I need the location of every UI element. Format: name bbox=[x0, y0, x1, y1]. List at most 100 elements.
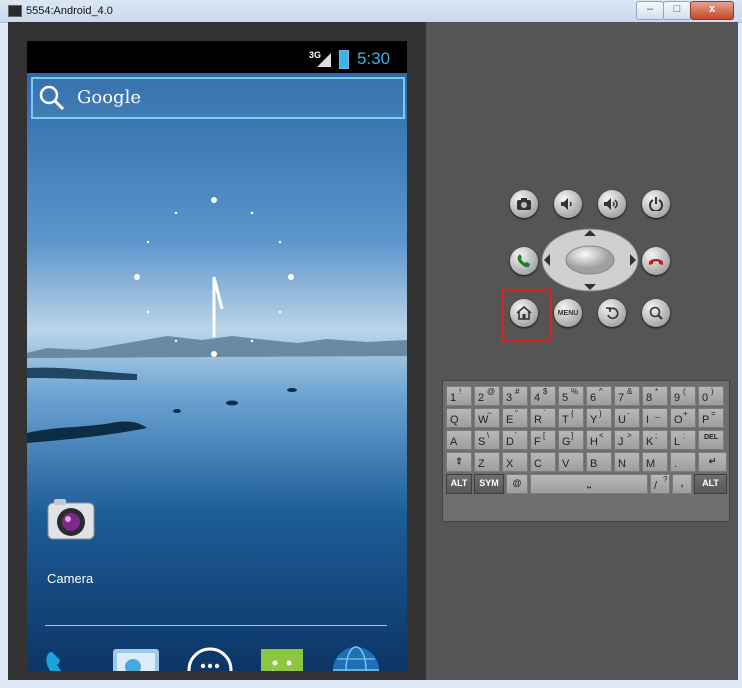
key-d[interactable]: D ' bbox=[502, 430, 528, 450]
home-button[interactable] bbox=[510, 299, 538, 327]
key-label: U bbox=[618, 414, 626, 426]
menu-button[interactable]: MENU bbox=[554, 299, 582, 327]
key-label: O bbox=[674, 414, 683, 426]
slash-key[interactable]: /? bbox=[650, 474, 670, 494]
key-h[interactable]: H < bbox=[586, 430, 612, 450]
phone-icon[interactable] bbox=[39, 645, 89, 671]
key-label: 2 bbox=[478, 392, 485, 404]
key-label: B bbox=[590, 458, 598, 470]
alt-key-right[interactable]: ALT bbox=[694, 474, 727, 494]
key-label: SYM bbox=[479, 478, 499, 488]
key-a[interactable]: A bbox=[446, 430, 472, 450]
key-label: 7 bbox=[618, 392, 625, 404]
key-k[interactable]: K; bbox=[642, 430, 668, 450]
camera-shortcut[interactable]: Camera bbox=[43, 497, 103, 601]
maximize-button[interactable]: □ bbox=[663, 1, 691, 20]
comma-key[interactable]: , bbox=[672, 474, 692, 494]
emulator-frame: 3G 5:30 Google Camera MENU 1 ! 2 @ 3 # 4… bbox=[8, 22, 738, 680]
dock-divider bbox=[45, 625, 387, 626]
volume-up-button[interactable] bbox=[598, 190, 626, 218]
key-1[interactable]: 1! bbox=[446, 386, 472, 406]
key-label: K bbox=[646, 436, 654, 448]
key-y[interactable]: Y} bbox=[586, 408, 612, 428]
key-x[interactable]: X bbox=[502, 452, 528, 472]
key-7[interactable]: 7 & bbox=[614, 386, 640, 406]
close-button[interactable]: x bbox=[690, 1, 734, 20]
dpad-icon[interactable] bbox=[540, 227, 640, 293]
controls-pane: MENU 1! 2 @3 #4 $5% 6 ^ 7 & 8 * 9(0) Q W ~ E " R ` T{Y} U - I _… bbox=[426, 22, 738, 680]
key-label: D bbox=[506, 436, 514, 448]
device-screen[interactable]: 3G 5:30 Google Camera bbox=[27, 41, 407, 671]
signal-icon bbox=[317, 53, 331, 67]
key-sublabel: # bbox=[515, 387, 520, 396]
key-t[interactable]: T{ bbox=[558, 408, 584, 428]
key-p[interactable]: P = bbox=[698, 408, 724, 428]
all-apps-icon[interactable] bbox=[185, 645, 235, 671]
camera-button[interactable] bbox=[510, 190, 538, 218]
messaging-icon[interactable] bbox=[257, 645, 307, 671]
key-9[interactable]: 9( bbox=[670, 386, 696, 406]
camera-icon bbox=[517, 198, 531, 210]
key-2[interactable]: 2 @ bbox=[474, 386, 500, 406]
contacts-icon[interactable] bbox=[111, 645, 161, 671]
shift-key[interactable]: ⇧ bbox=[446, 452, 472, 472]
key-i[interactable]: I _ bbox=[642, 408, 668, 428]
key-dot[interactable]: . bbox=[670, 452, 696, 472]
key-z[interactable]: Z bbox=[474, 452, 500, 472]
space-key[interactable]: ⎵ bbox=[530, 474, 648, 494]
key-label: A bbox=[450, 436, 458, 448]
key-l[interactable]: L: bbox=[670, 430, 696, 450]
key-b[interactable]: B bbox=[586, 452, 612, 472]
key-6[interactable]: 6 ^ bbox=[586, 386, 612, 406]
window-title: 5554:Android_4.0 bbox=[26, 5, 113, 17]
power-button[interactable] bbox=[642, 190, 670, 218]
key-o[interactable]: O + bbox=[670, 408, 696, 428]
maximize-icon: □ bbox=[673, 3, 681, 15]
search-button[interactable] bbox=[642, 299, 670, 327]
key-e[interactable]: E " bbox=[502, 408, 528, 428]
key-n[interactable]: N bbox=[614, 452, 640, 472]
key-j[interactable]: J > bbox=[614, 430, 640, 450]
key-v[interactable]: V bbox=[558, 452, 584, 472]
key-sublabel: _ bbox=[655, 409, 660, 418]
key-q[interactable]: Q bbox=[446, 408, 472, 428]
key-c[interactable]: C bbox=[530, 452, 556, 472]
volume-down-button[interactable] bbox=[554, 190, 582, 218]
enter-key[interactable]: ↵ bbox=[698, 452, 727, 472]
alt-key-left[interactable]: ALT bbox=[446, 474, 472, 494]
hardware-keyboard: 1! 2 @3 #4 $5% 6 ^ 7 & 8 * 9(0) Q W ~ E " R ` T{Y} U - I _ O + P = A… bbox=[442, 380, 730, 522]
end-call-button[interactable] bbox=[642, 247, 670, 275]
search-icon bbox=[649, 306, 663, 320]
key-s[interactable]: S \ bbox=[474, 430, 500, 450]
key-w[interactable]: W ~ bbox=[474, 408, 500, 428]
key-m[interactable]: M bbox=[642, 452, 668, 472]
at-key[interactable]: @ bbox=[506, 474, 528, 494]
key-5[interactable]: 5% bbox=[558, 386, 584, 406]
delete-key[interactable]: DEL bbox=[698, 430, 724, 450]
back-button[interactable] bbox=[598, 299, 626, 327]
key-sublabel: ( bbox=[683, 387, 686, 396]
key-8[interactable]: 8 * bbox=[642, 386, 668, 406]
key-g[interactable]: G] bbox=[558, 430, 584, 450]
key-label: ALT bbox=[702, 478, 719, 488]
search-icon bbox=[39, 85, 65, 111]
key-sublabel: ^ bbox=[599, 387, 603, 396]
key-3[interactable]: 3 # bbox=[502, 386, 528, 406]
sym-key[interactable]: SYM bbox=[474, 474, 504, 494]
key-4[interactable]: 4 $ bbox=[530, 386, 556, 406]
key-label: 9 bbox=[674, 392, 681, 404]
key-f[interactable]: F[ bbox=[530, 430, 556, 450]
key-sublabel: ` bbox=[543, 409, 546, 418]
power-icon bbox=[649, 197, 663, 211]
key-r[interactable]: R ` bbox=[530, 408, 556, 428]
google-search-bar[interactable]: Google bbox=[31, 77, 405, 119]
home-screen[interactable]: Google Camera bbox=[27, 73, 407, 671]
end-call-icon bbox=[649, 259, 663, 265]
key-0[interactable]: 0) bbox=[698, 386, 724, 406]
call-button[interactable] bbox=[510, 247, 538, 275]
minimize-button[interactable]: – bbox=[636, 1, 664, 20]
key-sublabel: & bbox=[627, 387, 633, 396]
browser-icon[interactable] bbox=[331, 645, 381, 671]
key-u[interactable]: U- bbox=[614, 408, 640, 428]
search-placeholder: Google bbox=[77, 87, 141, 108]
